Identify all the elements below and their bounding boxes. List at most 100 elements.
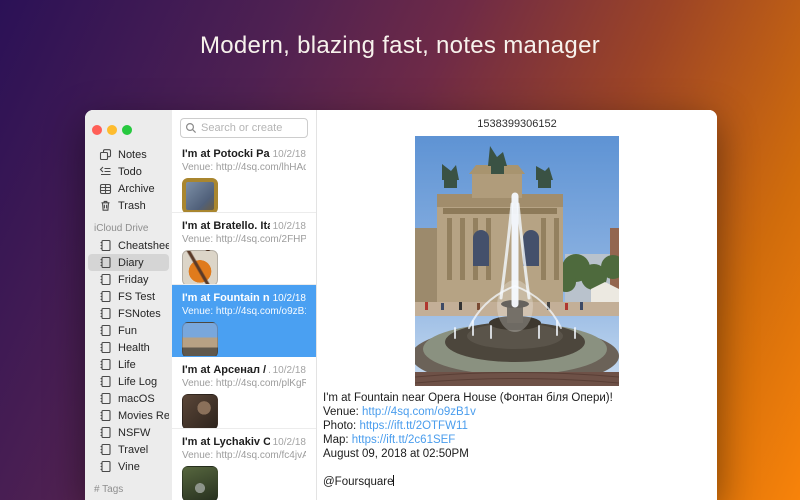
sidebar-item-macos[interactable]: macOS — [88, 390, 169, 407]
traffic-lights — [85, 110, 172, 135]
sidebar-item-travel[interactable]: Travel — [88, 441, 169, 458]
zoom-button[interactable] — [122, 125, 132, 135]
notebook-icon — [99, 290, 112, 303]
trash-icon — [99, 199, 112, 212]
text-cursor — [393, 475, 394, 486]
sidebar-item-label: Movies Revi… — [118, 410, 169, 422]
sidebar-item-fs-test[interactable]: FS Test — [88, 288, 169, 305]
sidebar-item-life-log[interactable]: Life Log — [88, 373, 169, 390]
sidebar-item-label: Archive — [118, 183, 155, 195]
sidebar-item-label: FS Test — [118, 291, 155, 303]
search-icon — [185, 122, 197, 134]
venue-link[interactable]: http://4sq.com/o9zB1v — [362, 406, 476, 418]
body-blank-line — [323, 461, 717, 475]
sidebar: Notes Todo Archive Trash iCloud Drive Ch… — [85, 110, 172, 500]
note-row-arsenal[interactable]: I'm at Арсенал / Arse 10/2/18 Venue: htt… — [172, 357, 316, 429]
sidebar-item-cheatsheets[interactable]: Cheatsheets — [88, 237, 169, 254]
sidebar-item-vine[interactable]: Vine — [88, 458, 169, 475]
note-venue: Venue: http://4sq.com/2FHP6cS — [182, 234, 306, 245]
note-title: I'm at Bratello. Italian — [182, 220, 270, 232]
note-thumbnail-opera-fountain — [182, 322, 218, 357]
notebook-icon — [99, 239, 112, 252]
photo-label: Photo: — [323, 420, 356, 432]
note-row-lychakiv[interactable]: I'm at Lychakiv Ceme 10/2/18 Venue: http… — [172, 429, 316, 500]
note-date: 10/2/18 — [273, 365, 306, 376]
sidebar-item-label: FSNotes — [118, 308, 161, 320]
close-button[interactable] — [92, 125, 102, 135]
note-venue: Venue: http://4sq.com/lhHAq6 — [182, 162, 306, 173]
notebook-icon — [99, 358, 112, 371]
sidebar-item-label: Vine — [118, 461, 140, 473]
sidebar-item-label: Notes — [118, 149, 147, 161]
note-date: 10/2/18 — [273, 437, 306, 448]
note-venue: Venue: http://4sq.com/fc4jvA — [182, 450, 306, 461]
photo-link[interactable]: https://ift.tt/2OTFW11 — [359, 420, 467, 432]
notebook-icon — [99, 409, 112, 422]
sidebar-item-movies-reviews[interactable]: Movies Revi… — [88, 407, 169, 424]
sidebar-item-todo[interactable]: Todo — [88, 163, 169, 180]
sidebar-item-trash[interactable]: Trash — [88, 197, 169, 214]
notebook-icon — [99, 426, 112, 439]
note-thumbnail-orange-fruit — [182, 250, 218, 285]
venue-label: Venue: — [323, 406, 359, 418]
sidebar-item-label: NSFW — [118, 427, 150, 439]
sidebar-item-label: Todo — [118, 166, 142, 178]
notebook-icon — [99, 443, 112, 456]
note-title: I'm at Lychakiv Ceme — [182, 436, 270, 448]
note-venue: Venue: http://4sq.com/plKgRl — [182, 378, 306, 389]
body-line-mention: @Foursquare — [323, 475, 717, 489]
sidebar-item-fsnotes[interactable]: FSNotes — [88, 305, 169, 322]
sidebar-item-notes[interactable]: Notes — [88, 146, 169, 163]
sidebar-item-label: Friday — [118, 274, 149, 286]
note-thumbnail-framed-painting — [182, 178, 218, 213]
body-line-title: I'm at Fountain near Opera House (Фонтан… — [323, 391, 717, 405]
note-thumbnail-dark-interior — [182, 394, 218, 429]
note-title: I'm at Fountain near ( — [182, 292, 270, 304]
note-body[interactable]: I'm at Fountain near Opera House (Фонтан… — [317, 391, 717, 489]
sidebar-item-label: Fun — [118, 325, 137, 337]
sidebar-item-health[interactable]: Health — [88, 339, 169, 356]
sidebar-item-label: macOS — [118, 393, 155, 405]
minimize-button[interactable] — [107, 125, 117, 135]
section-header-tags: # Tags — [85, 484, 172, 495]
search-input[interactable] — [180, 118, 308, 138]
sidebar-nav: Notes Todo Archive Trash iCloud Drive Ch… — [85, 146, 172, 500]
notebook-icon — [99, 256, 112, 269]
note-date: 10/2/18 — [273, 221, 306, 232]
sidebar-item-friday[interactable]: Friday — [88, 271, 169, 288]
app-window: Notes Todo Archive Trash iCloud Drive Ch… — [85, 110, 717, 500]
body-line-venue: Venue: http://4sq.com/o9zB1v — [323, 405, 717, 419]
body-line-map: Map: https://ift.tt/2c61SEF — [323, 433, 717, 447]
search-field-wrap — [180, 118, 308, 138]
sidebar-item-diary[interactable]: Diary — [88, 254, 169, 271]
editor-pane[interactable]: 1538399306152 — [317, 110, 717, 500]
sidebar-item-label: Travel — [118, 444, 148, 456]
notebook-icon — [99, 460, 112, 473]
sidebar-item-fun[interactable]: Fun — [88, 322, 169, 339]
notebook-icon — [99, 324, 112, 337]
note-filename: 1538399306152 — [317, 110, 717, 130]
note-row-bratello[interactable]: I'm at Bratello. Italian 10/2/18 Venue: … — [172, 213, 316, 285]
sidebar-item-label: Trash — [118, 200, 146, 212]
sidebar-item-label: Health — [118, 342, 150, 354]
sidebar-item-archive[interactable]: Archive — [88, 180, 169, 197]
sidebar-item-nsfw[interactable]: NSFW — [88, 424, 169, 441]
note-venue: Venue: http://4sq.com/o9zB1v — [182, 306, 306, 317]
notes-icon — [99, 148, 112, 161]
sidebar-item-label: Cheatsheets — [118, 240, 169, 252]
sidebar-item-label: Diary — [118, 257, 144, 269]
note-date: 10/2/18 — [273, 293, 306, 304]
map-link[interactable]: https://ift.tt/2c61SEF — [352, 434, 456, 446]
todo-icon — [99, 165, 112, 178]
notebook-icon — [99, 341, 112, 354]
banner-title: Modern, blazing fast, notes manager — [0, 32, 800, 60]
note-row-potocki-palace[interactable]: I'm at Potocki Palace 10/2/18 Venue: htt… — [172, 141, 316, 213]
note-row-fountain-selected[interactable]: I'm at Fountain near ( 10/2/18 Venue: ht… — [172, 285, 316, 357]
notebook-icon — [99, 375, 112, 388]
body-line-photo: Photo: https://ift.tt/2OTFW11 — [323, 419, 717, 433]
sidebar-item-label: Life Log — [118, 376, 157, 388]
body-line-date: August 09, 2018 at 02:50PM — [323, 447, 717, 461]
note-date: 10/2/18 — [273, 149, 306, 160]
fountain-opera-house-photo — [415, 136, 619, 386]
sidebar-item-life[interactable]: Life — [88, 356, 169, 373]
